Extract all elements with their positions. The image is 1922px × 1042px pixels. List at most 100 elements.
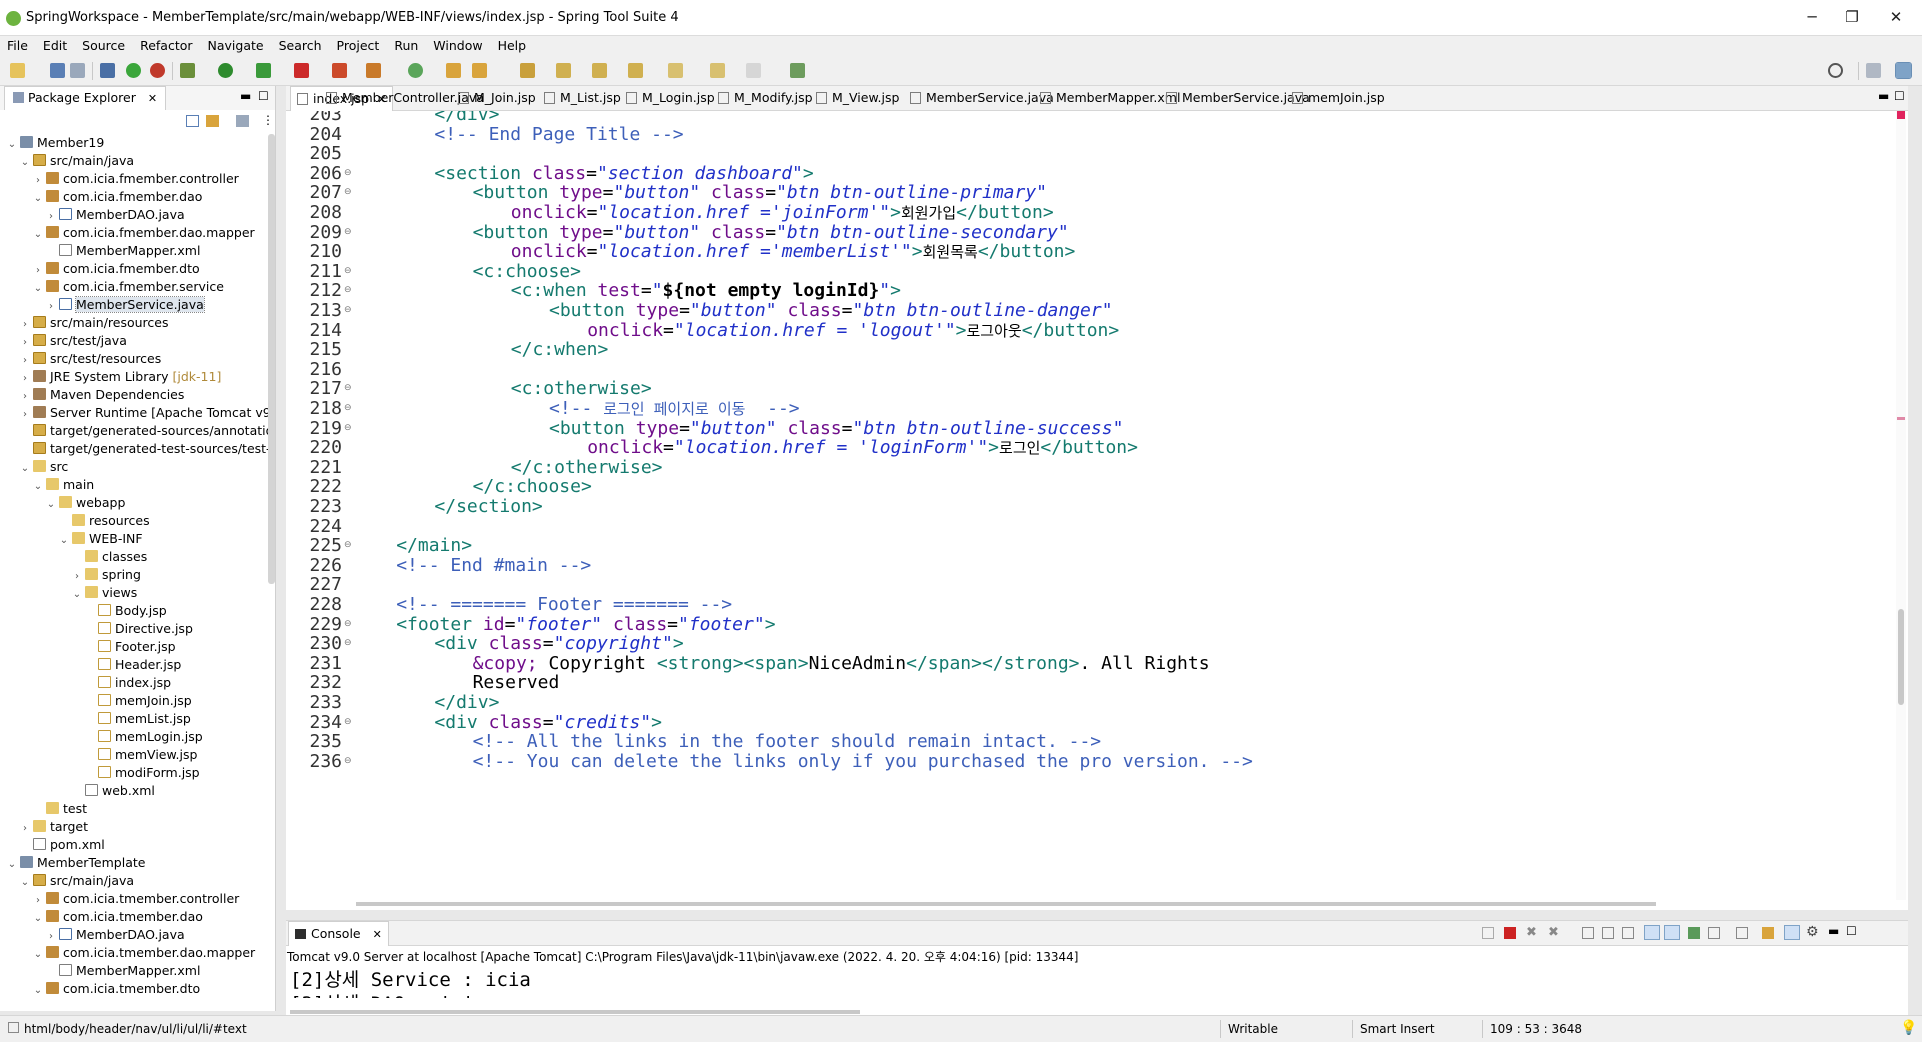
pin-console-icon[interactable]: [1482, 927, 1494, 939]
fold-toggle-icon[interactable]: ⊖: [344, 756, 352, 766]
tree-node[interactable]: Footer.jsp: [84, 638, 176, 656]
java-ee-perspective-icon[interactable]: [1895, 62, 1912, 79]
link-with-editor-icon[interactable]: [206, 115, 219, 127]
tree-node[interactable]: › com.icia.tmember.controller: [32, 890, 239, 908]
tree-node[interactable]: ⌄ webapp: [45, 494, 126, 514]
tree-node[interactable]: ⌄ Member19: [6, 134, 105, 154]
menu-file[interactable]: File: [0, 36, 36, 53]
package-explorer-scrollbar[interactable]: [268, 134, 275, 584]
maximize-view-icon[interactable]: ☐: [258, 89, 269, 103]
tree-node[interactable]: MemberMapper.xml: [45, 242, 200, 260]
external-tools-icon[interactable]: [332, 63, 347, 78]
tree-node[interactable]: ⌄ com.icia.tmember.dao.mapper: [32, 944, 255, 962]
tree-node[interactable]: pom.xml: [19, 836, 105, 854]
tree-node[interactable]: › src/test/resources: [19, 350, 161, 368]
tree-node[interactable]: memView.jsp: [84, 746, 197, 764]
chevron-down-icon[interactable]: ⌄: [32, 190, 44, 208]
open-resource-icon[interactable]: [472, 63, 487, 78]
save-all-icon[interactable]: [70, 63, 85, 78]
menu-help[interactable]: Help: [491, 36, 535, 53]
chevron-down-icon[interactable]: ⌄: [19, 460, 31, 478]
menu-edit[interactable]: Edit: [36, 36, 75, 53]
chevron-down-icon[interactable]: ⌄: [32, 478, 44, 496]
chevron-down-icon[interactable]: ⌄: [6, 136, 18, 154]
fold-toggle-icon[interactable]: ⊖: [344, 403, 352, 413]
new-icon[interactable]: [10, 63, 25, 78]
new-java-project-icon[interactable]: [366, 63, 381, 78]
chevron-down-icon[interactable]: ⌄: [45, 496, 57, 514]
last-edit-icon[interactable]: [668, 63, 683, 78]
editor-tab[interactable]: MemberService.java: [1166, 86, 1310, 110]
show-on-stdout-icon[interactable]: [1644, 925, 1660, 940]
editor-tab[interactable]: M_Modify.jsp: [718, 86, 813, 110]
tree-node[interactable]: target/generated-test-sources/test-ann: [19, 440, 268, 458]
tree-node[interactable]: memLogin.jsp: [84, 728, 203, 746]
fold-toggle-icon[interactable]: ⊖: [344, 619, 352, 629]
menu-source[interactable]: Source: [75, 36, 133, 53]
tree-node[interactable]: index.jsp: [84, 674, 171, 692]
editor-tab[interactable]: M_View.jsp: [816, 86, 899, 110]
focus-icon[interactable]: [236, 115, 249, 127]
prev-annotation-icon[interactable]: [628, 63, 643, 78]
editor-tab[interactable]: memJoin.jsp: [1292, 86, 1385, 110]
fold-toggle-icon[interactable]: ⊖: [344, 540, 352, 550]
stop-server-icon[interactable]: [294, 63, 309, 78]
run-as-icon[interactable]: [256, 63, 271, 78]
remove-launch-icon[interactable]: ✖: [1526, 925, 1537, 940]
editor-tab[interactable]: M_Join.jsp: [458, 86, 536, 110]
maximize-button[interactable]: ❐: [1832, 4, 1872, 30]
chevron-down-icon[interactable]: ⌄: [32, 982, 44, 1000]
chevron-down-icon[interactable]: ⌄: [58, 532, 70, 550]
tree-node[interactable]: › Maven Dependencies: [19, 386, 184, 404]
tree-node[interactable]: Body.jsp: [84, 602, 167, 620]
chevron-down-icon[interactable]: ⌄: [32, 910, 44, 928]
tree-node[interactable]: ⌄ com.icia.tmember.dao: [32, 908, 203, 926]
tree-node[interactable]: ⌄ src: [19, 458, 68, 476]
fold-toggle-icon[interactable]: ⊖: [344, 168, 352, 178]
menu-project[interactable]: Project: [330, 36, 388, 53]
save-icon[interactable]: [50, 63, 65, 78]
run-icon[interactable]: [218, 63, 233, 78]
pin-icon[interactable]: [1688, 927, 1700, 939]
new-java-class-icon[interactable]: [408, 63, 423, 78]
chevron-down-icon[interactable]: ⌄: [32, 946, 44, 964]
close-icon[interactable]: ✕: [148, 92, 157, 105]
open-type-icon[interactable]: [446, 63, 461, 78]
editor-tab[interactable]: MemberMapper.xml: [1040, 86, 1180, 110]
toggle-console-icon[interactable]: [1784, 925, 1800, 940]
menu-window[interactable]: Window: [426, 36, 490, 53]
tree-node[interactable]: › com.icia.fmember.dto: [32, 260, 200, 278]
fold-toggle-icon[interactable]: ⊖: [344, 638, 352, 648]
chevron-down-icon[interactable]: ⌄: [6, 856, 18, 874]
debug-icon[interactable]: [180, 63, 195, 78]
editor-horizontal-scrollbar[interactable]: [356, 902, 1656, 906]
close-icon[interactable]: ✕: [373, 928, 382, 941]
chevron-down-icon[interactable]: ⌄: [32, 280, 44, 298]
fold-toggle-icon[interactable]: ⊖: [344, 227, 352, 237]
menu-refactor[interactable]: Refactor: [133, 36, 200, 53]
editor-tab[interactable]: M_List.jsp: [544, 86, 621, 110]
chevron-down-icon[interactable]: ⌄: [32, 226, 44, 244]
chevron-down-icon[interactable]: ⌄: [71, 586, 83, 604]
tree-node[interactable]: › JRE System Library [jdk-11]: [19, 368, 221, 386]
tree-node[interactable]: ⌄ com.icia.fmember.dao: [32, 188, 203, 208]
minimize-view-icon[interactable]: ▬: [240, 89, 251, 103]
tree-node[interactable]: test: [32, 800, 87, 818]
tree-node[interactable]: ⌄ src/main/java: [19, 152, 134, 170]
tree-node[interactable]: › com.icia.fmember.controller: [32, 170, 239, 188]
editor-vertical-scrollbar[interactable]: [1896, 111, 1906, 900]
remove-all-launches-icon[interactable]: ✖: [1548, 925, 1559, 940]
show-on-stderr-icon[interactable]: [1664, 925, 1680, 940]
fold-toggle-icon[interactable]: ⊖: [344, 383, 352, 393]
tree-node[interactable]: › target: [19, 818, 88, 836]
tree-node[interactable]: Directive.jsp: [84, 620, 193, 638]
clear-console-icon[interactable]: [1582, 927, 1594, 939]
next-annotation-icon[interactable]: [592, 63, 607, 78]
tree-node[interactable]: ⌄ com.icia.tmember.dto: [32, 980, 200, 998]
terminal-icon[interactable]: [100, 63, 115, 78]
tree-node[interactable]: modiForm.jsp: [84, 764, 200, 782]
editor-maximize-icon[interactable]: ☐: [1894, 89, 1905, 103]
tree-node[interactable]: MemberMapper.xml: [45, 962, 200, 980]
tree-node[interactable]: memJoin.jsp: [84, 692, 192, 710]
tree-node[interactable]: ⌄ src/main/java: [19, 872, 134, 890]
